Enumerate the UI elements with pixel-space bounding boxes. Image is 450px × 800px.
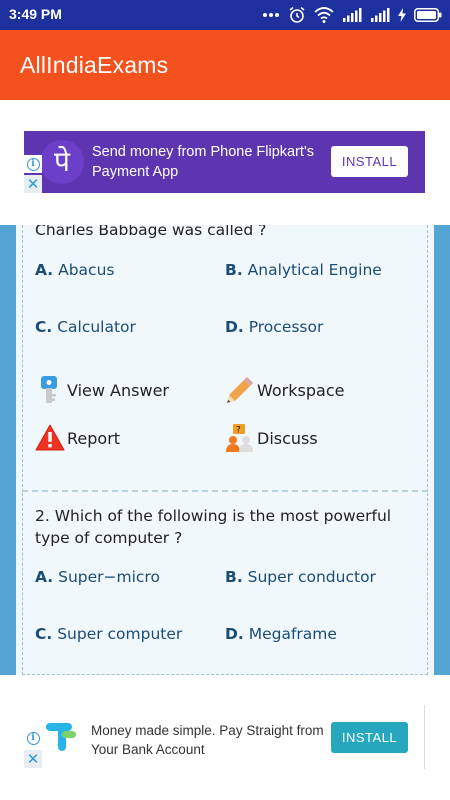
option-label: Super computer <box>57 625 183 643</box>
option-letter: A. <box>35 261 54 279</box>
report-button[interactable]: Report <box>35 423 120 453</box>
status-bar: 3:49 PM <box>0 0 450 30</box>
discuss-label: Discuss <box>257 428 318 448</box>
alarm-icon <box>289 6 305 23</box>
option-c[interactable]: C. Super computer <box>35 625 182 643</box>
top-ad-banner[interactable]: पे Send money from Phone Flipkart's Paym… <box>24 131 425 193</box>
ad-info-icon[interactable]: i <box>24 729 42 747</box>
option-d[interactable]: D. Megaframe <box>225 625 337 643</box>
option-label: Calculator <box>57 318 136 336</box>
question-block: 2. Which of the following is the most po… <box>22 493 428 675</box>
workspace-label: Workspace <box>257 380 345 400</box>
option-label: Super−micro <box>58 568 160 586</box>
bottom-ad-install-button[interactable]: INSTALL <box>331 722 408 753</box>
option-letter: D. <box>225 318 244 336</box>
ad-info-glyph: i <box>26 157 40 171</box>
status-time: 3:49 PM <box>9 6 62 22</box>
top-ad-install-button[interactable]: INSTALL <box>331 146 408 177</box>
app-bar: AllIndiaExams <box>0 30 450 100</box>
svg-text:?: ? <box>236 426 241 436</box>
charging-icon <box>398 8 406 22</box>
question-text: Charles Babbage was called ? <box>35 225 267 239</box>
option-label: Processor <box>248 318 324 336</box>
top-ad-area: पे Send money from Phone Flipkart's Paym… <box>0 100 450 225</box>
option-label: Megaframe <box>248 625 337 643</box>
option-d[interactable]: D. Processor <box>225 318 323 336</box>
questions-card: Charles Babbage was called ? A. Abacus B… <box>16 225 434 675</box>
option-letter: D. <box>225 625 244 643</box>
option-label: Super conductor <box>247 568 376 586</box>
battery-icon <box>414 8 442 22</box>
view-answer-label: View Answer <box>67 380 169 400</box>
payment-app-logo-icon <box>44 721 80 757</box>
option-label: Abacus <box>58 261 115 279</box>
discuss-button[interactable]: ? Discuss <box>225 423 318 453</box>
wifi-icon <box>314 7 334 23</box>
option-b[interactable]: B. Analytical Engine <box>225 261 382 279</box>
dots-icon <box>263 13 279 17</box>
bottom-ad-area: Money made simple. Pay Straight from You… <box>0 675 450 800</box>
phonepe-logo-icon: पे <box>40 140 84 184</box>
option-b[interactable]: B. Super conductor <box>225 568 376 586</box>
report-label: Report <box>67 428 121 448</box>
discuss-people-icon: ? <box>225 423 255 453</box>
ad-info-icon[interactable]: i <box>24 155 42 173</box>
app-title: AllIndiaExams <box>20 52 169 78</box>
option-a[interactable]: A. Super−micro <box>35 568 160 586</box>
ad-close-icon[interactable]: ✕ <box>24 175 42 193</box>
option-letter: A. <box>35 568 54 586</box>
warning-icon <box>35 423 65 453</box>
ad-close-icon[interactable]: ✕ <box>24 750 42 768</box>
ad-info-glyph: i <box>26 731 40 745</box>
option-c[interactable]: C. Calculator <box>35 318 136 336</box>
option-a[interactable]: A. Abacus <box>35 261 114 279</box>
workspace-button[interactable]: Workspace <box>225 375 344 405</box>
question-text: 2. Which of the following is the most po… <box>35 507 392 547</box>
question-block: Charles Babbage was called ? A. Abacus B… <box>22 225 428 492</box>
signal-icon <box>371 8 390 22</box>
pencil-icon <box>225 375 255 405</box>
top-ad-text: Send money from Phone Flipkart's Payment… <box>92 144 314 180</box>
option-letter: B. <box>225 261 243 279</box>
bottom-ad-text: Money made simple. Pay Straight from You… <box>91 723 324 757</box>
status-icons <box>262 6 442 24</box>
bottom-ad-banner[interactable]: Money made simple. Pay Straight from You… <box>24 705 425 769</box>
option-letter: C. <box>35 625 53 643</box>
option-letter: C. <box>35 318 53 336</box>
key-icon <box>35 375 65 405</box>
questions-scroll-area[interactable]: Charles Babbage was called ? A. Abacus B… <box>0 225 450 675</box>
view-answer-button[interactable]: View Answer <box>35 375 169 405</box>
option-label: Analytical Engine <box>247 261 382 279</box>
signal-icon <box>343 8 362 22</box>
option-letter: B. <box>225 568 243 586</box>
